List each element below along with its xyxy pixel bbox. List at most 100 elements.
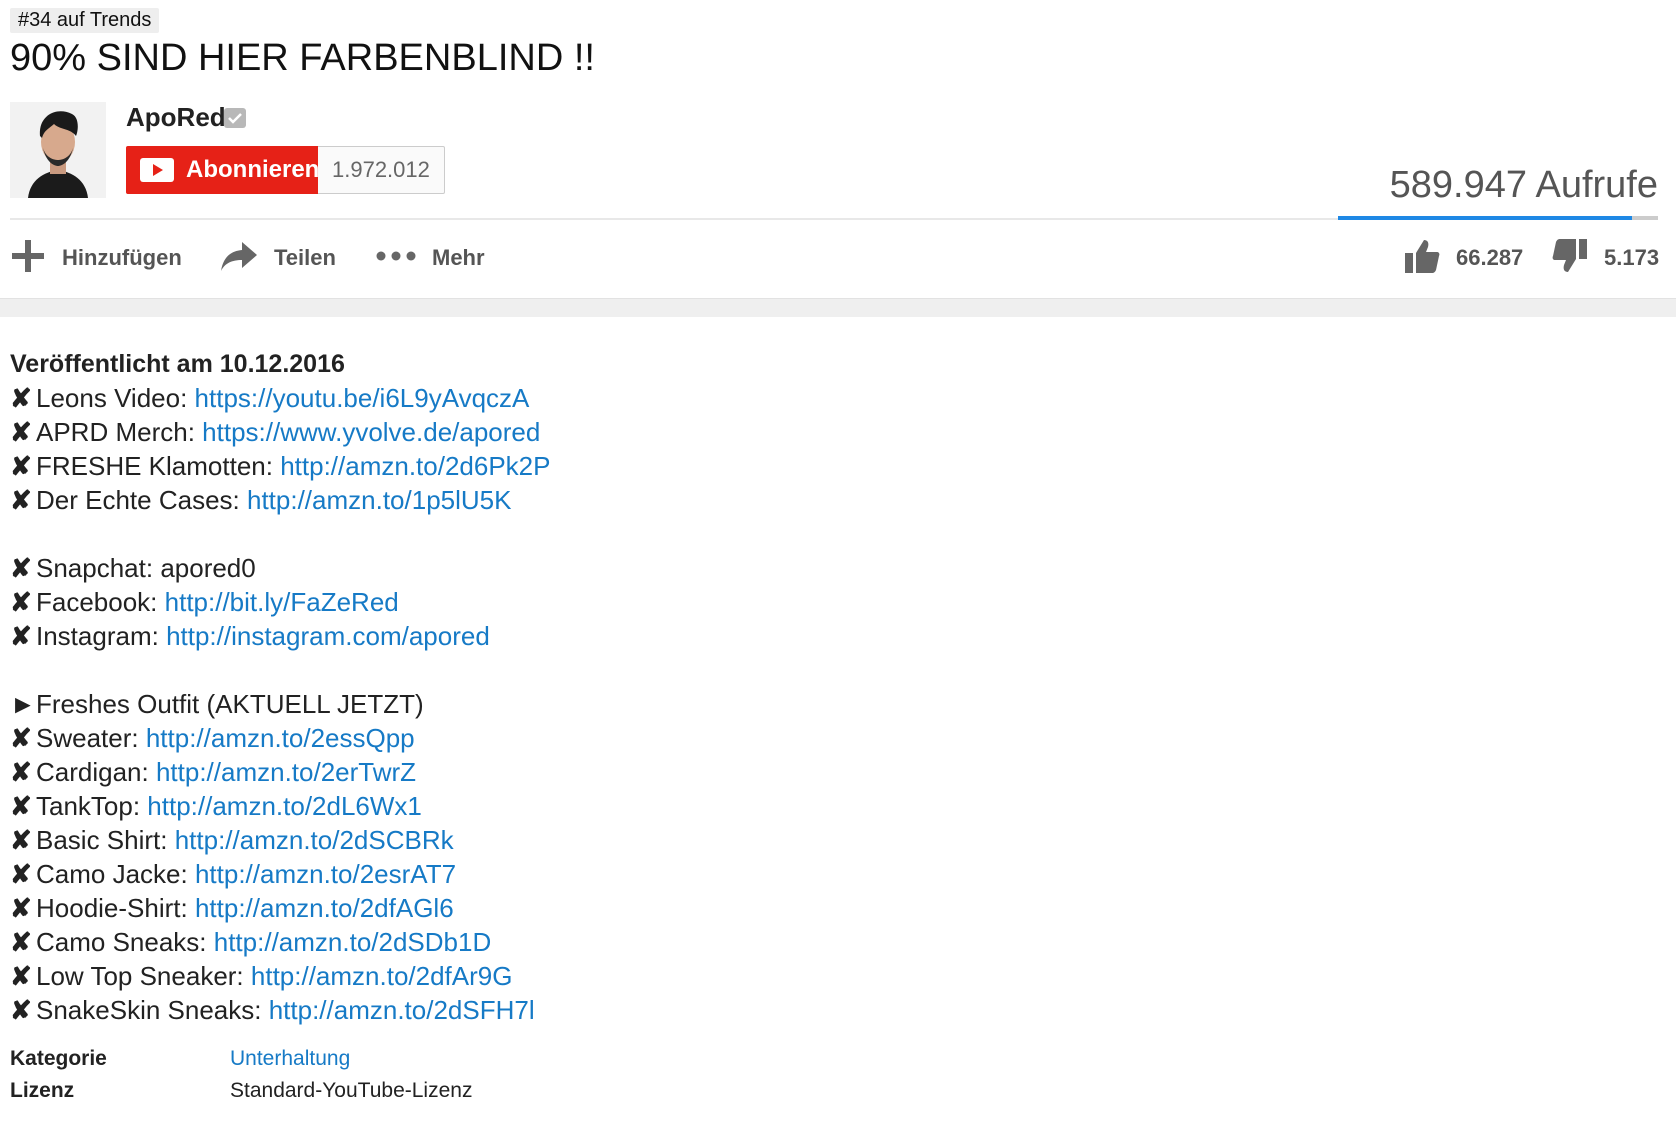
cross-marker-icon: ✘ — [10, 621, 32, 651]
play-marker-icon: ► — [10, 689, 36, 719]
channel-avatar[interactable] — [10, 102, 106, 198]
license-value: Standard-YouTube-Lizenz — [230, 1079, 473, 1102]
cross-marker-icon: ✘ — [10, 383, 32, 413]
description-line: ✘ Basic Shirt: http://amzn.to/2dSCBRk — [10, 823, 1666, 857]
description-link[interactable]: https://www.yvolve.de/apored — [202, 417, 540, 447]
dislike-button[interactable]: 5.173 — [1552, 236, 1659, 280]
subscribe-group: Abonnieren 1.972.012 — [126, 146, 445, 194]
description-line: ✘ Sweater: http://amzn.to/2essQpp — [10, 721, 1666, 755]
like-button[interactable]: 66.287 — [1404, 236, 1523, 280]
description-line: ✘ Low Top Sneaker: http://amzn.to/2dfAr9G — [10, 959, 1666, 993]
thumbs-up-icon — [1404, 238, 1440, 279]
cross-marker-icon: ✘ — [10, 757, 32, 787]
sentiment-bar-dislikes — [1632, 216, 1658, 220]
cross-marker-icon: ✘ — [10, 485, 32, 515]
more-dots-icon — [376, 249, 416, 267]
plus-icon — [10, 238, 46, 279]
description-line: ✘ Camo Jacke: http://amzn.to/2esrAT7 — [10, 857, 1666, 891]
description-text: Der Echte Cases: — [36, 485, 247, 515]
subscriber-count: 1.972.012 — [318, 146, 445, 194]
cross-marker-icon: ✘ — [10, 723, 32, 753]
description-text: Facebook: — [36, 587, 165, 617]
channel-name[interactable]: ApoRed — [126, 100, 226, 134]
description-text: Camo Jacke: — [36, 859, 195, 889]
thumbs-down-icon — [1552, 238, 1588, 279]
description-link[interactable]: http://instagram.com/apored — [166, 621, 490, 651]
sentiment-bar-likes — [1338, 216, 1632, 220]
more-label: Mehr — [432, 245, 485, 270]
description-link[interactable]: http://amzn.to/2dSFH7l — [269, 995, 535, 1025]
view-count: 589.947 Aufrufe — [1389, 164, 1658, 206]
description-link[interactable]: http://amzn.to/2esrAT7 — [195, 859, 456, 889]
description-line: ✘ Instagram: http://instagram.com/apored — [10, 619, 1666, 653]
verified-icon — [224, 108, 246, 128]
subscribe-label: Abonnieren — [186, 156, 320, 183]
cross-marker-icon: ✘ — [10, 927, 32, 957]
description-link[interactable]: http://amzn.to/2d6Pk2P — [280, 451, 550, 481]
description-line: ✘ APRD Merch: https://www.yvolve.de/apore… — [10, 415, 1666, 449]
description-line: ✘ FRESHE Klamotten: http://amzn.to/2d6Pk2… — [10, 449, 1666, 483]
description-text: Leons Video: — [36, 383, 195, 413]
description-link[interactable]: http://amzn.to/2essQpp — [146, 723, 415, 753]
cross-marker-icon: ✘ — [10, 417, 32, 447]
description-link[interactable]: https://youtu.be/i6L9yAvqczA — [195, 383, 530, 413]
description-text: Freshes Outfit (AKTUELL JETZT) — [36, 689, 424, 719]
cross-marker-icon: ✘ — [10, 587, 32, 617]
description-line: ✘ SnakeSkin Sneaks: http://amzn.to/2dSFH7… — [10, 993, 1666, 1027]
description-link[interactable]: http://bit.ly/FaZeRed — [165, 587, 399, 617]
description-line: ✘ Facebook: http://bit.ly/FaZeRed — [10, 585, 1666, 619]
description-text: Instagram: — [36, 621, 167, 651]
avatar-portrait — [10, 102, 106, 198]
description-line: ►Freshes Outfit (AKTUELL JETZT) — [10, 687, 1666, 721]
description-text: SnakeSkin Sneaks: — [36, 995, 269, 1025]
description-text: Camo Sneaks: — [36, 927, 214, 957]
description-link[interactable]: http://amzn.to/2dSCBRk — [175, 825, 454, 855]
description-link[interactable]: http://amzn.to/2dSDb1D — [214, 927, 491, 957]
description-link[interactable]: http://amzn.to/2dL6Wx1 — [147, 791, 422, 821]
description-link[interactable]: http://amzn.to/1p5lU5K — [247, 485, 511, 515]
description-text: TankTop: — [36, 791, 148, 821]
description-line: ✘ Cardigan: http://amzn.to/2erTwrZ — [10, 755, 1666, 789]
video-title: 90% SIND HIER FARBENBLIND !! — [10, 37, 595, 79]
share-button[interactable]: Teilen — [220, 236, 336, 280]
description-text: Sweater: — [36, 723, 146, 753]
description-line: ✘ Camo Sneaks: http://amzn.to/2dSDb1D — [10, 925, 1666, 959]
cross-marker-icon: ✘ — [10, 791, 32, 821]
youtube-play-icon — [140, 158, 174, 182]
cross-marker-icon: ✘ — [10, 859, 32, 889]
meta-row-license: Lizenz Standard-YouTube-Lizenz — [10, 1075, 1666, 1107]
section-separator — [0, 298, 1676, 317]
description-link[interactable]: http://amzn.to/2dfAr9G — [251, 961, 513, 991]
description-line: ✘ Der Echte Cases: http://amzn.to/1p5lU5K — [10, 483, 1666, 517]
video-header: #34 auf Trends 90% SIND HIER FARBENBLIND… — [0, 0, 1676, 298]
description-text: Cardigan: — [36, 757, 156, 787]
description: Veröffentlicht am 10.12.2016 ✘ Leons Vide… — [0, 347, 1676, 1107]
more-button[interactable]: Mehr — [376, 236, 485, 280]
description-text: Low Top Sneaker: — [36, 961, 251, 991]
description-lines: ✘ Leons Video: https://youtu.be/i6L9yAvqc… — [10, 381, 1666, 1027]
cross-marker-icon: ✘ — [10, 893, 32, 923]
description-text: Basic Shirt: — [36, 825, 175, 855]
share-arrow-icon — [220, 240, 258, 277]
cross-marker-icon: ✘ — [10, 553, 32, 583]
description-line: ✘ Leons Video: https://youtu.be/i6L9yAvqc… — [10, 381, 1666, 415]
add-to-button[interactable]: Hinzufügen — [10, 236, 182, 280]
description-line: ✘ TankTop: http://amzn.to/2dL6Wx1 — [10, 789, 1666, 823]
trend-badge[interactable]: #34 auf Trends — [10, 8, 160, 33]
description-link[interactable]: http://amzn.to/2erTwrZ — [156, 757, 416, 787]
add-to-label: Hinzufügen — [62, 245, 182, 270]
description-text: FRESHE Klamotten: — [36, 451, 281, 481]
like-count: 66.287 — [1456, 245, 1524, 270]
category-link[interactable]: Unterhaltung — [230, 1043, 350, 1075]
description-text: APRD Merch: — [36, 417, 203, 447]
cross-marker-icon: ✘ — [10, 825, 32, 855]
description-line: ✘ Hoodie-Shirt: http://amzn.to/2dfAGl6 — [10, 891, 1666, 925]
license-label: Lizenz — [10, 1079, 75, 1102]
meta-row-category: Kategorie Unterhaltung — [10, 1043, 1666, 1075]
description-line: ✘ Snapchat: apored0 — [10, 551, 1666, 585]
description-link[interactable]: http://amzn.to/2dfAGl6 — [195, 893, 454, 923]
subscribe-button[interactable]: Abonnieren — [126, 146, 320, 194]
category-label: Kategorie — [10, 1047, 107, 1070]
